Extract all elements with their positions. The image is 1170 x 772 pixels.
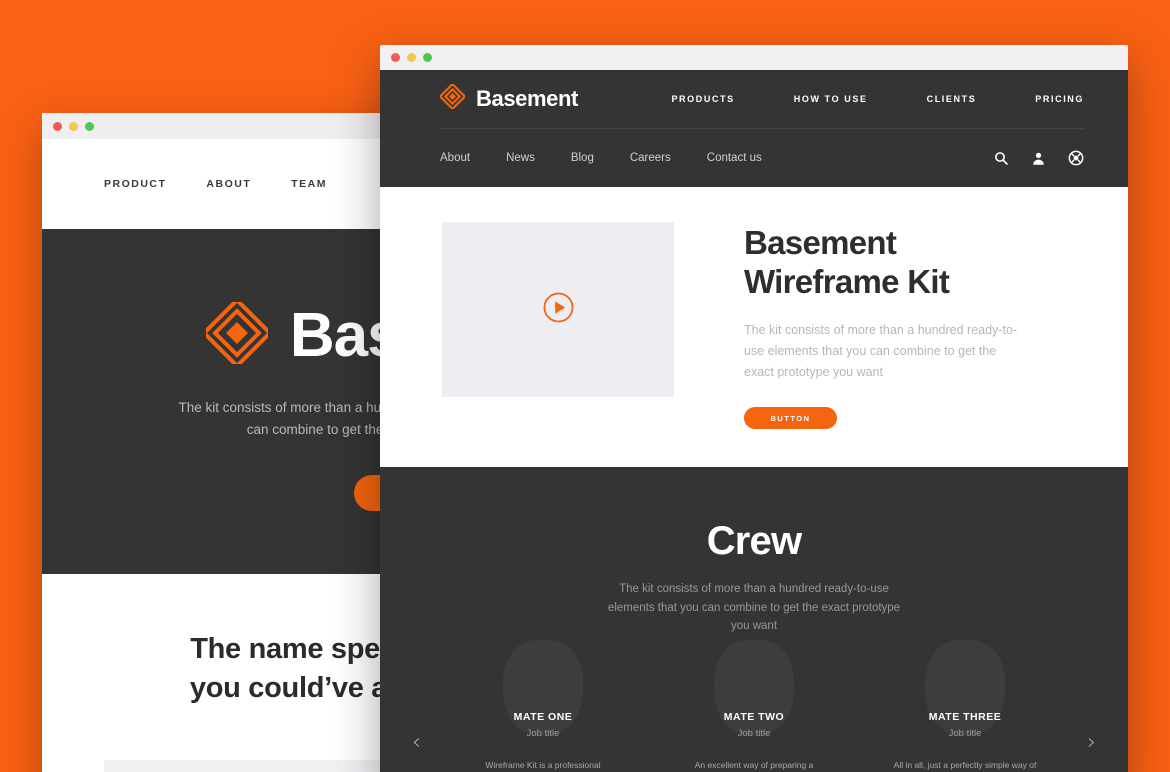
back-nav-product[interactable]: PRODUCT	[104, 178, 166, 190]
hero-copy: Basement Wireframe Kit The kit consists …	[744, 222, 1029, 430]
subnav-item-about[interactable]: About	[440, 152, 470, 164]
main-navigation: PRODUCTS HOW TO USE CLIENTS PRICING	[671, 94, 1084, 104]
crew-member-bio: All in all, just a perfectly simple way …	[893, 760, 1037, 771]
brand-logo[interactable]: Basement	[438, 82, 578, 114]
nav-item-products[interactable]: PRODUCTS	[671, 94, 734, 104]
brand-name: Basement	[476, 86, 578, 111]
foreground-browser-window[interactable]: Basement PRODUCTS HOW TO USE CLIENTS PRI…	[380, 45, 1128, 772]
crew-member-job: Job title	[737, 728, 771, 740]
user-icon[interactable]	[1031, 151, 1046, 166]
crew-member-job: Job title	[948, 728, 982, 740]
crew-member-card: MATE ONE Job title Wireframe Kit is a pr…	[469, 640, 617, 772]
play-button-icon[interactable]	[542, 291, 575, 329]
front-window-titlebar[interactable]	[380, 45, 1128, 70]
hero-title: Basement Wireframe Kit	[744, 224, 1029, 301]
lifebuoy-icon[interactable]	[1068, 150, 1084, 166]
back-nav-about[interactable]: ABOUT	[206, 178, 251, 190]
logo-diamond-icon	[438, 82, 467, 114]
header-top-row: Basement PRODUCTS HOW TO USE CLIENTS PRI…	[380, 70, 1128, 128]
crew-member-bio: An excellent way of preparing a project’…	[694, 760, 814, 771]
minimize-dot[interactable]	[69, 121, 78, 131]
hero-title-line1: Basement	[744, 224, 897, 261]
crew-member-name: MATE THREE	[928, 711, 1002, 724]
search-icon[interactable]	[993, 150, 1009, 166]
hero-logo-diamond-icon	[201, 297, 273, 369]
header-icon-group	[993, 150, 1084, 166]
subnav-item-news[interactable]: News	[506, 152, 535, 164]
crew-member-job: Job title	[526, 728, 560, 740]
subnav-item-contact-us[interactable]: Contact us	[707, 152, 762, 164]
hero-section: Basement Wireframe Kit The kit consists …	[380, 187, 1128, 467]
hero-video-placeholder[interactable]	[442, 222, 674, 397]
minimize-dot[interactable]	[407, 53, 416, 62]
hero-cta-button[interactable]: BUTTON	[744, 407, 837, 430]
zoom-dot[interactable]	[85, 121, 94, 131]
crew-member-card: MATE THREE Job title All in all, just a …	[891, 640, 1039, 772]
subnav-item-careers[interactable]: Careers	[630, 152, 671, 164]
crew-section: Crew The kit consists of more than a hun…	[380, 467, 1128, 772]
crew-subtitle: The kit consists of more than a hundred …	[607, 583, 901, 633]
crew-title: Crew	[706, 519, 802, 563]
hero-title-line2: Wireframe Kit	[744, 262, 950, 300]
crew-member-list: MATE ONE Job title Wireframe Kit is a pr…	[380, 640, 1128, 772]
zoom-dot[interactable]	[423, 53, 432, 62]
carousel-prev-arrow-icon[interactable]: ‹	[412, 732, 421, 754]
crew-member-card: MATE TWO Job title An excellent way of p…	[680, 640, 828, 772]
close-dot[interactable]	[53, 121, 62, 131]
screenshot-stage: PRODUCT ABOUT TEAM The kit consists of m…	[0, 0, 1170, 772]
nav-item-pricing[interactable]: PRICING	[1035, 94, 1084, 104]
hero-subtitle: The kit consists of more than a hundred …	[744, 323, 1018, 379]
header-bottom-row: About News Blog Careers Contact us	[380, 129, 1128, 187]
close-dot[interactable]	[391, 53, 400, 62]
secondary-navigation: About News Blog Careers Contact us	[440, 152, 762, 164]
subnav-item-blog[interactable]: Blog	[571, 152, 594, 164]
nav-item-clients[interactable]: CLIENTS	[927, 94, 977, 104]
nav-item-how-to-use[interactable]: HOW TO USE	[794, 94, 868, 104]
site-header: Basement PRODUCTS HOW TO USE CLIENTS PRI…	[380, 70, 1128, 187]
carousel-next-arrow-icon[interactable]: ›	[1087, 732, 1096, 754]
back-nav-team[interactable]: TEAM	[291, 178, 327, 190]
crew-member-name: MATE TWO	[723, 711, 785, 724]
crew-member-bio: Wireframe Kit is a professional instrume…	[485, 760, 601, 771]
crew-member-name: MATE ONE	[513, 711, 573, 724]
